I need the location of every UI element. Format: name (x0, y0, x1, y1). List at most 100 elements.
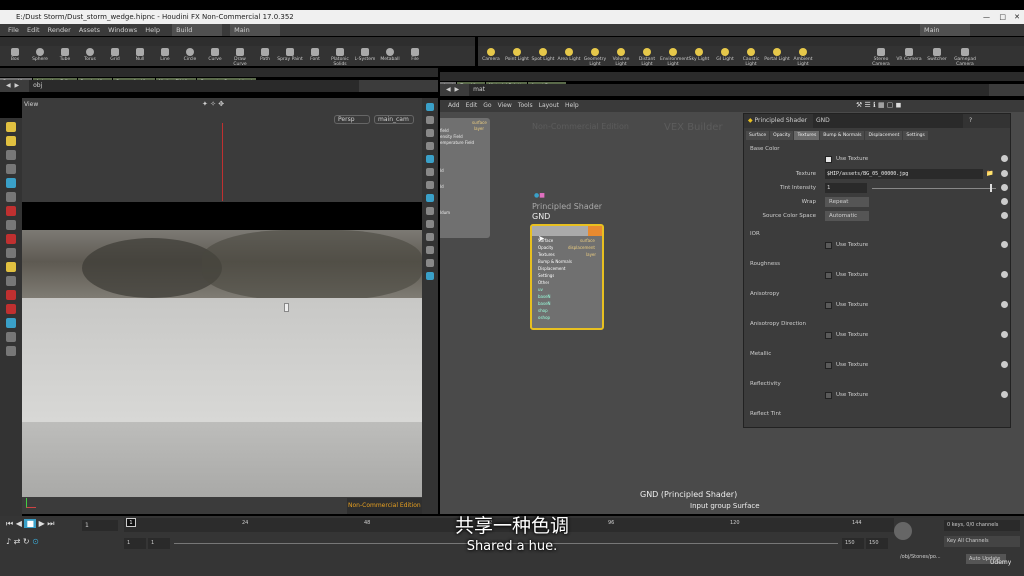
light-icon[interactable] (426, 181, 434, 189)
node-input[interactable]: Settings (538, 273, 554, 278)
gear-icon[interactable] (1001, 170, 1008, 177)
tint-slider-track[interactable] (872, 188, 996, 189)
tool-area-light[interactable]: Area Light (556, 46, 582, 66)
gear-icon[interactable] (1001, 241, 1008, 248)
frame-icon[interactable] (426, 272, 434, 280)
tool-stereo-camera[interactable]: Stereo Camera (868, 46, 894, 67)
menu-file[interactable]: File (8, 26, 19, 34)
menu-view[interactable]: View (498, 102, 512, 109)
display-icon[interactable] (6, 248, 16, 258)
grid-view-icon[interactable]: ▦ (878, 101, 885, 109)
colorspace-menu[interactable]: Automatic (825, 211, 869, 221)
node-output[interactable]: displacement (568, 245, 595, 250)
tint-slider-handle[interactable] (989, 184, 992, 192)
use-texture-checkbox[interactable] (825, 392, 832, 399)
gear-icon[interactable] (1001, 271, 1008, 278)
node-output[interactable]: surface (580, 238, 595, 243)
menu-edit[interactable]: Edit (27, 26, 40, 34)
tool-line[interactable]: Line (152, 46, 178, 66)
color-icon[interactable]: ◼ (896, 101, 902, 109)
snap-icon[interactable] (6, 276, 16, 286)
snap-grid-icon[interactable] (6, 304, 16, 314)
pose-icon[interactable] (6, 192, 16, 202)
param-tab-displacement[interactable]: Displacement (865, 131, 903, 140)
camera-view-icon[interactable] (426, 233, 434, 241)
tool-metaball[interactable]: Metaball (377, 46, 403, 66)
path-field[interactable]: obj (29, 80, 360, 92)
stack-icon[interactable] (6, 346, 16, 356)
tint-field[interactable]: 1 (825, 183, 867, 193)
tool-gamepad-camera[interactable]: Gamepad Camera (952, 46, 978, 67)
tool-curve[interactable]: Curve (202, 46, 228, 66)
display-option-icon[interactable] (426, 103, 434, 111)
node-input[interactable]: Displacement (538, 266, 566, 271)
menu-windows[interactable]: Windows (108, 26, 137, 34)
orient-icon[interactable] (426, 246, 434, 254)
texture-path-field[interactable]: $HIP/assets/BG_05_00000.jpg (825, 169, 983, 179)
gear-icon[interactable] (1001, 391, 1008, 398)
wrap-menu[interactable]: Repeat (825, 197, 869, 207)
menu-help[interactable]: Help (145, 26, 160, 34)
menu-render[interactable]: Render (48, 26, 71, 34)
scale-icon[interactable] (6, 164, 16, 174)
use-texture-checkbox[interactable] (825, 362, 832, 369)
template-icon[interactable] (426, 168, 434, 176)
lookthrough-icon[interactable]: ✦ (202, 100, 208, 108)
gear-icon[interactable] (1001, 331, 1008, 338)
tool-environment-light[interactable]: Environment Light (660, 46, 689, 67)
tool-point-light[interactable]: Point Light (504, 46, 530, 66)
tool-spot-light[interactable]: Spot Light (530, 46, 556, 66)
menu-help[interactable]: Help (565, 102, 579, 109)
record-icon[interactable] (6, 234, 16, 244)
node-input[interactable]: oshop (538, 315, 550, 320)
shadow-icon[interactable] (426, 194, 434, 202)
back-arrow-icon[interactable]: ◀ (446, 86, 451, 93)
scene-viewport[interactable]: View ✦ ✧ ✥ Persp main_cam Non-Commercial… (22, 98, 422, 514)
magnet-icon[interactable] (6, 290, 16, 300)
use-texture-checkbox[interactable] (825, 242, 832, 249)
node-input[interactable]: baseN (538, 301, 551, 306)
tool-portal-light[interactable]: Portal Light (764, 46, 790, 66)
close-icon[interactable]: ✕ (1014, 10, 1020, 24)
param-tab-surface[interactable]: Surface (746, 131, 770, 140)
back-arrow-icon[interactable]: ◀ (6, 82, 11, 89)
menu-go[interactable]: Go (483, 102, 491, 109)
tool-switcher[interactable]: Switcher (924, 46, 950, 66)
forward-arrow-icon[interactable]: ▶ (455, 86, 460, 93)
tool-volume-light[interactable]: Volume Light (608, 46, 634, 67)
node-input[interactable]: baseN (538, 294, 551, 299)
node-input[interactable]: Other (538, 280, 549, 285)
param-tab-settings[interactable]: Settings (903, 131, 928, 140)
aim-icon[interactable]: ✥ (218, 100, 224, 108)
tool-draw-curve[interactable]: Draw Curve (227, 46, 253, 67)
node-input[interactable]: uv (538, 287, 543, 292)
tool-distant-light[interactable]: Distant Light (634, 46, 660, 67)
move-icon[interactable] (6, 136, 16, 146)
tool-font[interactable]: Font (302, 46, 328, 66)
tool-sphere[interactable]: Sphere (27, 46, 53, 66)
handle-icon[interactable] (6, 178, 16, 188)
node-input[interactable]: Textures (538, 252, 555, 257)
menu-layout[interactable]: Layout (539, 102, 559, 109)
tool-box[interactable]: Box (2, 46, 28, 66)
home-icon[interactable] (426, 259, 434, 267)
background-icon[interactable] (426, 207, 434, 215)
use-texture-checkbox[interactable] (825, 156, 832, 163)
menu-add[interactable]: Add (448, 102, 460, 109)
param-node-name-field[interactable]: GND (813, 114, 964, 128)
info-icon[interactable]: ℹ (873, 101, 876, 109)
tool-circle[interactable]: Circle (177, 46, 203, 66)
tool-lsystem[interactable]: L-System (352, 46, 378, 66)
list-icon[interactable]: ☰ (865, 101, 871, 109)
tool-grid[interactable]: Grid (102, 46, 128, 66)
desktop-main-right-select[interactable]: Main (920, 24, 970, 36)
node-input[interactable]: Bump & Normals (538, 259, 572, 264)
shaded-icon[interactable] (426, 129, 434, 137)
ghost-icon[interactable] (426, 155, 434, 163)
camera-menu[interactable]: main_cam (374, 115, 414, 124)
desktop-main-select[interactable]: Main (230, 24, 281, 36)
node-input[interactable]: shop (538, 308, 548, 313)
snapshot-icon[interactable]: ✧ (210, 100, 216, 108)
tool-null[interactable]: Null (127, 46, 153, 66)
lock-icon[interactable] (6, 332, 16, 342)
